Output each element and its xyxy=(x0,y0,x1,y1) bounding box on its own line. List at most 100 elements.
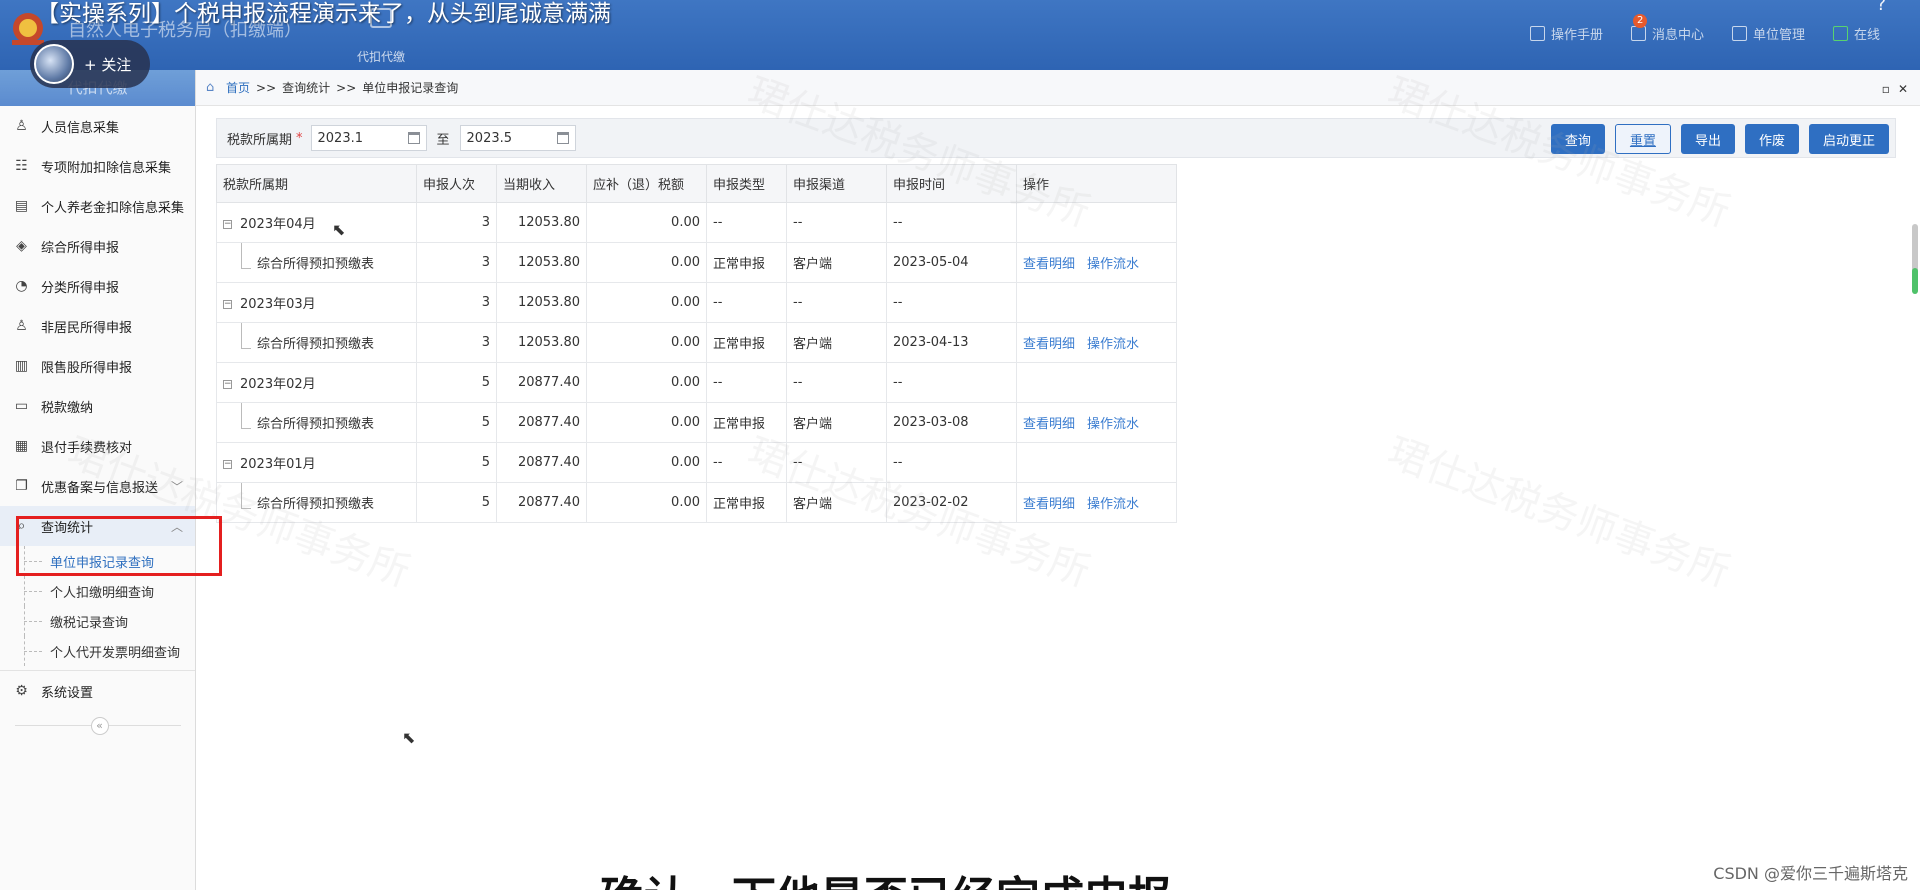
online-status[interactable]: 在线 xyxy=(1832,24,1880,43)
follow-label: + 关注 xyxy=(84,55,132,74)
table-row-detail[interactable]: 综合所得预扣预缴表 3 12053.80 0.00 正常申报 客户端 2023-05-04 查… xyxy=(216,242,1177,283)
period-from-input[interactable]: 2023.1 xyxy=(310,125,427,151)
required-mark: * xyxy=(296,130,303,146)
filter-bar: 税款所属期 * 2023.1 至 2023.5 查询 重置 导出 作废 启动更正 xyxy=(216,118,1896,158)
col-time: 申报时间 xyxy=(886,164,1017,203)
collapse-sidebar-icon[interactable]: « xyxy=(90,717,109,735)
sidebar-item-tax-payment[interactable]: ▭ 税款缴纳 xyxy=(0,386,195,426)
follow-button[interactable]: + 关注 xyxy=(30,40,150,88)
help-icon[interactable]: ? xyxy=(1876,0,1886,15)
mail-icon xyxy=(1630,26,1646,41)
cell-channel: 客户端 xyxy=(786,322,887,363)
header-links: 操作手册 2 消息中心 单位管理 在线 xyxy=(1529,14,1880,43)
user-icon: ♙ xyxy=(15,317,28,334)
table-row-detail[interactable]: 综合所得预扣预缴表 5 20877.40 0.00 正常申报 客户端 2023-02-02 查… xyxy=(216,482,1177,523)
cell-channel: 客户端 xyxy=(786,482,887,523)
receipt-icon: ▦ xyxy=(14,437,29,454)
layers-icon: ◈ xyxy=(16,237,27,254)
view-detail-link[interactable]: 查看明细 xyxy=(1023,497,1075,512)
cell-period: −2023年03月 xyxy=(216,282,417,323)
copy-icon: ❐ xyxy=(15,477,28,494)
start-correction-button[interactable]: 启动更正 xyxy=(1808,124,1889,154)
sidebar-item-restricted-stock[interactable]: ▥ 限售股所得申报 xyxy=(0,346,195,386)
breadcrumb-home[interactable]: 首页 xyxy=(226,79,250,96)
collapse-toggle-icon[interactable]: − xyxy=(223,220,232,229)
cell-channel: 客户端 xyxy=(786,242,887,283)
breadcrumb: ⌂ 首页 >> 查询统计 >> 单位申报记录查询 ▫ ✕ xyxy=(196,70,1920,106)
home-icon: ⌂ xyxy=(206,79,215,95)
sidebar-item-nonresident-income[interactable]: ♙ 非居民所得申报 xyxy=(0,306,195,346)
cell-tax: 0.00 xyxy=(586,402,707,443)
breadcrumb-sep: >> xyxy=(336,80,357,95)
period-to-input[interactable]: 2023.5 xyxy=(459,125,576,151)
avatar xyxy=(34,44,74,84)
cell-tax: 0.00 xyxy=(586,482,707,523)
table-row-period[interactable]: −2023年02月 5 20877.40 0.00 -- -- -- xyxy=(216,362,1177,403)
tree-connector xyxy=(241,403,251,429)
sidebar-item-fee-refund[interactable]: ▦ 退付手续费核对 xyxy=(0,426,195,466)
restore-icon[interactable]: ▫ xyxy=(1882,82,1890,96)
message-center-link[interactable]: 2 消息中心 xyxy=(1630,14,1704,43)
void-button[interactable]: 作废 xyxy=(1744,124,1799,154)
sidebar-item-preferential-filing[interactable]: ❐ 优惠备案与信息报送 ﹀ xyxy=(0,466,195,506)
export-button[interactable]: 导出 xyxy=(1680,124,1735,154)
view-detail-link[interactable]: 查看明细 xyxy=(1023,337,1075,352)
sidebar-sub-invoice-detail[interactable]: 个人代开发票明细查询 xyxy=(0,636,195,666)
window-controls: ▫ ✕ xyxy=(1882,82,1908,96)
cell-channel: 客户端 xyxy=(786,402,887,443)
col-income: 当期收入 xyxy=(496,164,587,203)
operation-log-link[interactable]: 操作流水 xyxy=(1087,417,1139,432)
table-header-row: 税款所属期 申报人次 当期收入 应补（退）税额 申报类型 申报渠道 申报时间 操… xyxy=(216,164,1177,203)
declaration-table: 税款所属期 申报人次 当期收入 应补（退）税额 申报类型 申报渠道 申报时间 操… xyxy=(216,164,1177,523)
calendar-icon[interactable] xyxy=(407,132,420,144)
top-header: 自然人电子税务局（扣缴端） 代扣代缴 操作手册 2 消息中心 单位管理 在线 ? … xyxy=(0,0,1920,70)
table-row-detail[interactable]: 综合所得预扣预缴表 3 12053.80 0.00 正常申报 客户端 2023-04-13 查… xyxy=(216,322,1177,363)
sidebar-item-pension-deduction[interactable]: ▤ 个人养老金扣除信息采集 xyxy=(0,186,195,226)
reset-button[interactable]: 重置 xyxy=(1614,124,1671,154)
manual-link[interactable]: 操作手册 xyxy=(1529,24,1603,43)
cell-count: 5 xyxy=(416,402,497,443)
cell-time: 2023-02-02 xyxy=(886,482,1017,523)
cell-channel: -- xyxy=(786,282,887,323)
operation-log-link[interactable]: 操作流水 xyxy=(1087,257,1139,272)
sidebar-item-special-deduction[interactable]: ☷ 专项附加扣除信息采集 xyxy=(0,146,195,186)
cell-type: 正常申报 xyxy=(706,242,787,283)
sidebar-sub-personal-withholding[interactable]: 个人扣缴明细查询 xyxy=(0,576,195,606)
cell-type: 正常申报 xyxy=(706,322,787,363)
view-detail-link[interactable]: 查看明细 xyxy=(1023,257,1075,272)
to-label: 至 xyxy=(436,132,450,148)
sidebar-item-person-info[interactable]: ♙ 人员信息采集 xyxy=(0,106,195,146)
collapse-toggle-icon[interactable]: − xyxy=(223,300,232,309)
cell-count: 3 xyxy=(416,282,497,323)
table-row-detail[interactable]: 综合所得预扣预缴表 5 20877.40 0.00 正常申报 客户端 2023-03-08 查… xyxy=(216,402,1177,443)
close-icon[interactable]: ✕ xyxy=(1898,82,1908,96)
view-detail-link[interactable]: 查看明细 xyxy=(1023,417,1075,432)
breadcrumb-level2: 单位申报记录查询 xyxy=(362,81,459,95)
sidebar-sub-tax-payment-record[interactable]: 缴税记录查询 xyxy=(0,606,195,636)
sidebar-collapse: « xyxy=(14,717,181,745)
highlight-box xyxy=(16,516,222,576)
cell-type: -- xyxy=(706,282,787,323)
col-count: 申报人次 xyxy=(416,164,497,203)
table-row-period[interactable]: −2023年01月 5 20877.40 0.00 -- -- -- xyxy=(216,442,1177,483)
cell-period: 综合所得预扣预缴表 xyxy=(216,482,417,523)
table-row-period[interactable]: −2023年04月 3 12053.80 0.00 -- -- -- xyxy=(216,202,1177,243)
sidebar-item-classified-income[interactable]: ◔ 分类所得申报 xyxy=(0,266,195,306)
unit-management-link[interactable]: 单位管理 xyxy=(1731,24,1805,43)
cell-actions: 查看明细 操作流水 xyxy=(1016,482,1177,523)
sidebar-item-system-settings[interactable]: ⚙ 系统设置 xyxy=(0,671,195,711)
collapse-toggle-icon[interactable]: − xyxy=(223,380,232,389)
table-row-period[interactable]: −2023年03月 3 12053.80 0.00 -- -- -- xyxy=(216,282,1177,323)
query-button[interactable]: 查询 xyxy=(1550,124,1605,154)
cell-time: -- xyxy=(886,282,1017,323)
cell-tax: 0.00 xyxy=(586,202,707,243)
operation-log-link[interactable]: 操作流水 xyxy=(1087,337,1139,352)
cell-actions xyxy=(1016,202,1177,243)
cell-actions xyxy=(1016,282,1177,323)
collapse-toggle-icon[interactable]: − xyxy=(223,460,232,469)
calendar-icon[interactable] xyxy=(556,132,569,144)
scrollbar[interactable] xyxy=(1908,158,1920,294)
operation-log-link[interactable]: 操作流水 xyxy=(1087,497,1139,512)
sidebar-item-comprehensive-income[interactable]: ◈ 综合所得申报 xyxy=(0,226,195,266)
cell-time: 2023-05-04 xyxy=(886,242,1017,283)
